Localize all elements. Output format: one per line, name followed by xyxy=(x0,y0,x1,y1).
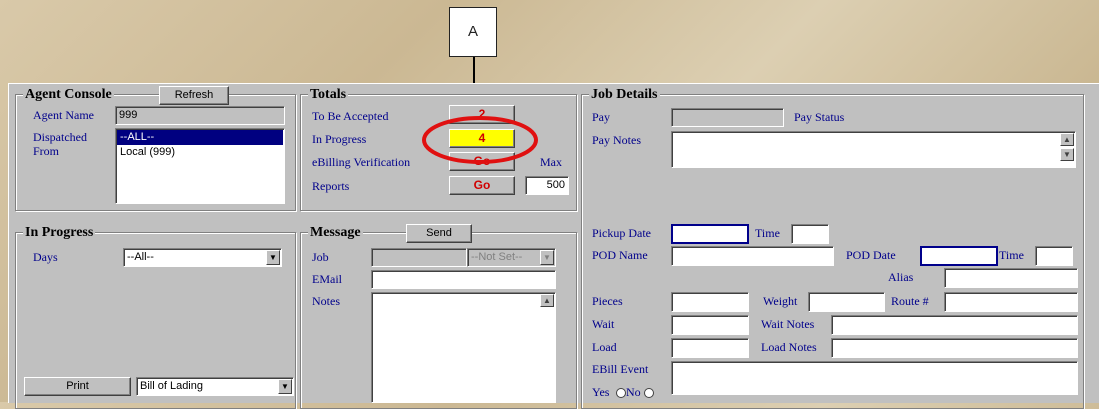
highlight-overlay xyxy=(422,116,538,164)
highlight-circle xyxy=(422,116,538,164)
